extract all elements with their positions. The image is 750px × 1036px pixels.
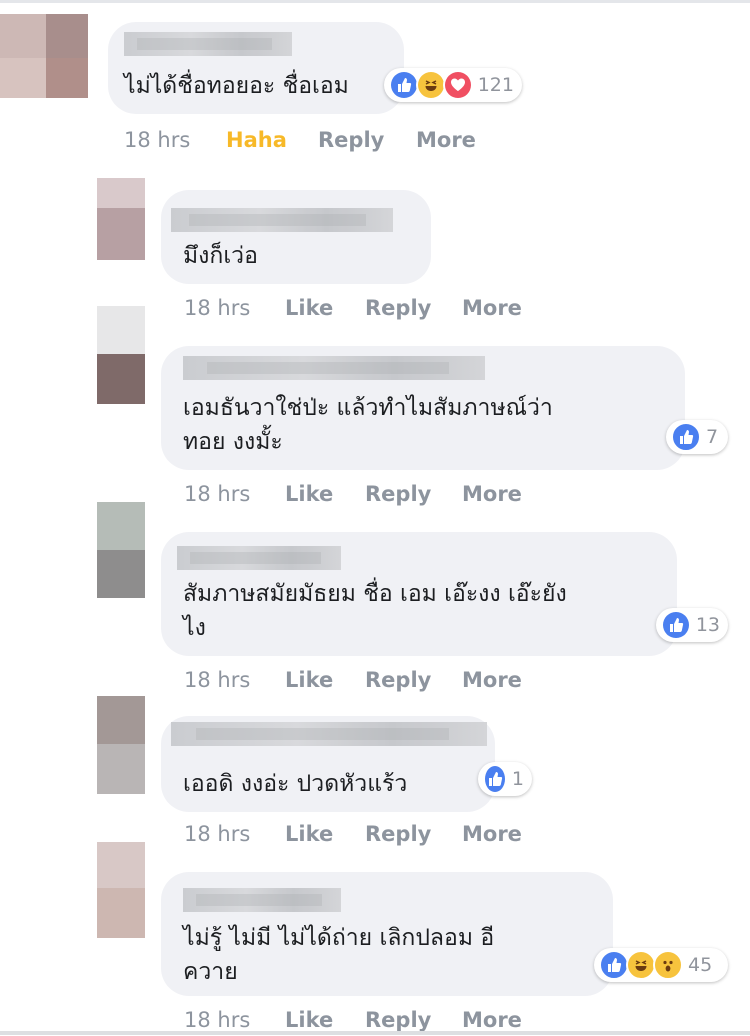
avatar[interactable]	[97, 178, 145, 260]
author-name-blurred[interactable]	[183, 356, 485, 380]
more-button[interactable]: More	[416, 128, 476, 152]
reaction-count: 121	[477, 74, 514, 96]
reply-button[interactable]: Reply	[318, 128, 384, 152]
like-button[interactable]: Like	[285, 668, 333, 692]
more-button[interactable]: More	[462, 1008, 522, 1032]
avatar[interactable]	[97, 842, 145, 938]
timestamp[interactable]: 18 hrs	[184, 822, 250, 846]
author-name-blurred[interactable]	[171, 208, 393, 232]
comment-bubble: ไม่รู้ ไม่มี ไม่ได้ถ่าย เลิกปลอม อี ควาย	[161, 872, 613, 996]
comment-bubble: เออดิ งงอ่ะ ปวดหัวแร้ว	[161, 716, 495, 812]
like-icon	[483, 764, 507, 794]
comment-bubble: เอมธันวาใช่ป่ะ แล้วทำไมสัมภาษณ์ว่า ทอย ง…	[161, 346, 685, 470]
like-button[interactable]: Like	[285, 822, 333, 846]
more-button[interactable]: More	[462, 822, 522, 846]
love-icon	[442, 70, 473, 100]
reaction-count: 13	[695, 614, 720, 636]
comment-text-line-2: ควาย	[183, 959, 238, 985]
comment-text-line-1: ไม่รู้ ไม่มี ไม่ได้ถ่าย เลิกปลอม อี	[183, 925, 495, 951]
like-button[interactable]: Like	[285, 482, 333, 506]
comment-actions: 18 hrs Like Reply More	[184, 668, 584, 696]
reaction-summary[interactable]: 13	[656, 608, 728, 642]
comment-text-line-2: ไง	[183, 615, 206, 641]
reaction-summary[interactable]: 45	[594, 948, 728, 982]
avatar[interactable]	[0, 14, 88, 98]
reply-button[interactable]: Reply	[365, 296, 431, 320]
comment-text-line-1: สัมภาษสมัยมัธยม ชื่อ เอม เอ๊ะงง เอ๊ะยัง	[183, 581, 567, 607]
timestamp[interactable]: 18 hrs	[184, 482, 250, 506]
comment-text: ไม่ได้ชื่อทอยอะ ชื่อเอม	[124, 73, 349, 99]
bottom-divider	[0, 1031, 750, 1035]
haha-icon	[626, 950, 656, 980]
wow-icon	[653, 950, 683, 980]
reply-button[interactable]: Reply	[365, 482, 431, 506]
comment-bubble: ไม่ได้ชื่อทอยอะ ชื่อเอม	[108, 22, 404, 114]
more-button[interactable]: More	[462, 482, 522, 506]
timestamp[interactable]: 18 hrs	[184, 1008, 250, 1032]
like-icon	[671, 422, 701, 452]
comment-text: มึงก็เว่อ	[183, 243, 258, 269]
comment-bubble: มึงก็เว่อ	[161, 190, 431, 284]
reaction-summary[interactable]: 7	[666, 420, 728, 454]
avatar[interactable]	[97, 306, 145, 404]
timestamp[interactable]: 18 hrs	[184, 296, 250, 320]
avatar[interactable]	[97, 696, 145, 794]
like-icon	[599, 950, 629, 980]
timestamp[interactable]: 18 hrs	[184, 668, 250, 692]
reaction-count: 45	[688, 954, 713, 976]
more-button[interactable]: More	[462, 296, 522, 320]
comment-actions: 18 hrs Haha Reply More	[124, 128, 524, 156]
timestamp[interactable]: 18 hrs	[124, 128, 190, 152]
avatar[interactable]	[97, 502, 145, 598]
author-name-blurred[interactable]	[177, 546, 341, 570]
reply-button[interactable]: Reply	[365, 822, 431, 846]
comment-actions: 18 hrs Like Reply More	[184, 296, 584, 324]
like-icon	[661, 610, 691, 640]
author-name-blurred[interactable]	[183, 888, 341, 912]
more-button[interactable]: More	[462, 668, 522, 692]
comment-text: เออดิ งงอ่ะ ปวดหัวแร้ว	[183, 771, 408, 797]
author-name-blurred[interactable]	[171, 722, 487, 746]
reply-button[interactable]: Reply	[365, 1008, 431, 1032]
like-button[interactable]: Like	[285, 296, 333, 320]
comment-actions: 18 hrs Like Reply More	[184, 822, 584, 850]
like-button[interactable]: Like	[285, 1008, 333, 1032]
haha-reaction-button[interactable]: Haha	[226, 128, 287, 152]
reaction-count: 7	[706, 426, 719, 448]
reaction-summary[interactable]: 1	[478, 762, 532, 796]
comment-text-line-1: เอมธันวาใช่ป่ะ แล้วทำไมสัมภาษณ์ว่า	[183, 395, 553, 421]
comment-text-line-2: ทอย งงมั้ะ	[183, 429, 283, 455]
reaction-summary[interactable]: 121	[384, 68, 522, 102]
haha-icon	[415, 70, 446, 100]
author-name-blurred[interactable]	[124, 32, 292, 56]
top-divider	[0, 0, 750, 3]
comment-bubble: สัมภาษสมัยมัธยม ชื่อ เอม เอ๊ะงง เอ๊ะยัง …	[161, 532, 677, 656]
reply-button[interactable]: Reply	[365, 668, 431, 692]
reaction-count: 1	[511, 768, 524, 790]
like-icon	[389, 70, 419, 100]
comment-actions: 18 hrs Like Reply More	[184, 482, 584, 510]
